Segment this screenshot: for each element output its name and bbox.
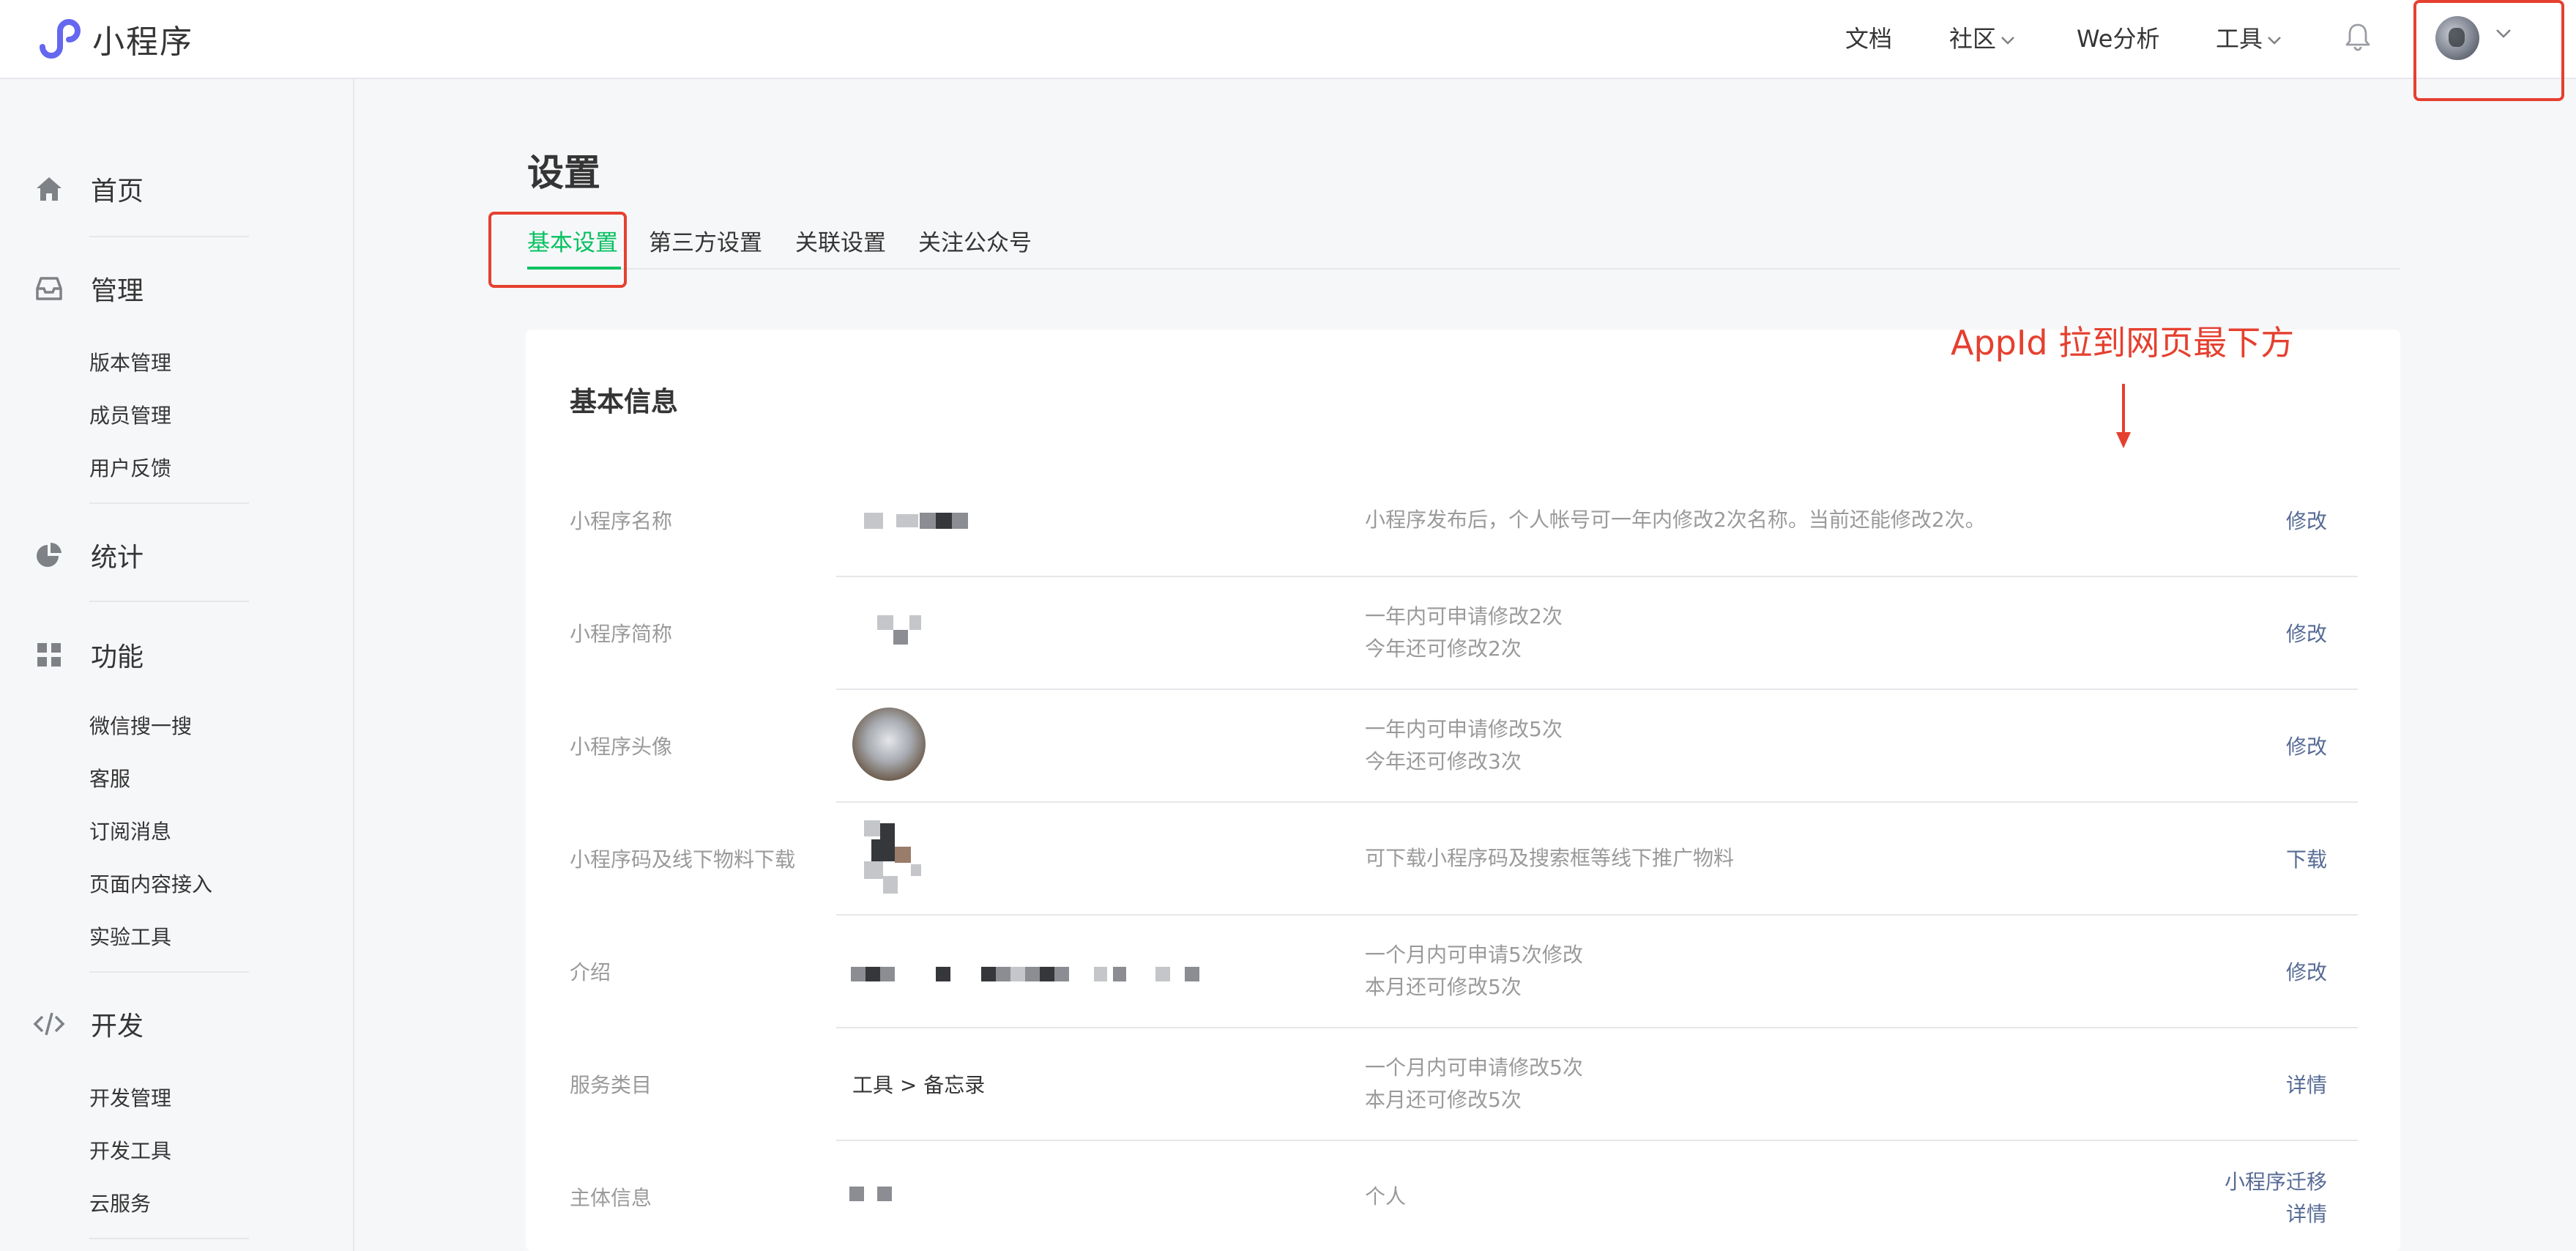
sidebar-item-dev[interactable]: 开发 (32, 1005, 144, 1043)
pie-chart-icon (32, 538, 66, 572)
sidebar-item-label: 管理 (91, 276, 144, 306)
tab-third-party-settings[interactable]: 第三方设置 (649, 224, 762, 257)
nav-community-label: 社区 (1949, 25, 1997, 53)
row-desc-intro: 一个月内可申请5次修改 本月还可修改5次 (1365, 939, 1583, 1003)
sidebar-item-label: 功能 (91, 642, 144, 672)
app-title: 小程序 (92, 23, 193, 61)
page-title: 设置 (527, 152, 600, 194)
edit-short-name-link[interactable]: 修改 (2286, 618, 2327, 647)
tab-linked-settings[interactable]: 关联设置 (795, 224, 886, 257)
divider (89, 601, 249, 602)
sidebar-item-dev-manage[interactable]: 开发管理 (89, 1083, 171, 1112)
row-desc-name: 小程序发布后，个人帐号可一年内修改2次名称。当前还能修改2次。 (1365, 504, 1986, 536)
sidebar-item-version[interactable]: 版本管理 (89, 347, 171, 376)
desc-line: 今年还可修改3次 (1365, 749, 1522, 773)
arrow-down-icon (2116, 384, 2131, 448)
annotation-text: AppId 拉到网页最下方 (1951, 323, 2295, 363)
mini-program-avatar (852, 708, 926, 781)
bell-icon[interactable] (2342, 21, 2374, 53)
nav-community[interactable]: 社区 (1949, 21, 2015, 54)
highlight-box-basic-tab (488, 212, 627, 288)
sidebar-item-page-content[interactable]: 页面内容接入 (89, 869, 212, 898)
edit-name-link[interactable]: 修改 (2286, 505, 2327, 535)
row-label-avatar: 小程序头像 (570, 735, 673, 759)
home-icon (32, 172, 66, 206)
sidebar-item-subscribe-messages[interactable]: 订阅消息 (89, 816, 171, 845)
desc-line: 一年内可申请修改5次 (1365, 717, 1563, 741)
sidebar-item-dev-tools[interactable]: 开发工具 (89, 1135, 171, 1165)
sidebar-item-cloud[interactable]: 云服务 (89, 1188, 151, 1217)
sidebar-item-experiment-tools[interactable]: 实验工具 (89, 921, 171, 951)
row-divider (836, 1140, 2358, 1141)
nav-tools-label: 工具 (2216, 25, 2263, 53)
sidebar-item-home[interactable]: 首页 (32, 170, 144, 208)
divider (89, 236, 249, 237)
sidebar-item-stats[interactable]: 统计 (32, 536, 144, 574)
nav-docs[interactable]: 文档 (1845, 21, 1892, 54)
row-divider (836, 1027, 2358, 1028)
row-desc-category: 一个月内可申请修改5次 本月还可修改5次 (1365, 1052, 1583, 1116)
divider (89, 502, 249, 504)
divider (89, 971, 249, 973)
sidebar-item-feedback[interactable]: 用户反馈 (89, 453, 171, 482)
download-qrcode-link[interactable]: 下载 (2286, 844, 2327, 873)
subject-details-link[interactable]: 详情 (2286, 1198, 2327, 1228)
migrate-mini-program-link[interactable]: 小程序迁移 (2225, 1166, 2327, 1195)
desc-line: 个人 (1365, 1184, 1407, 1209)
basic-info-title: 基本信息 (570, 386, 678, 417)
row-label-intro: 介绍 (570, 960, 611, 984)
row-divider (836, 688, 2358, 690)
code-icon (32, 1007, 66, 1041)
chevron-down-icon (2268, 37, 2281, 45)
row-label-name: 小程序名称 (570, 509, 673, 533)
desc-line: 可下载小程序码及搜索框等线下推广物料 (1365, 846, 1735, 870)
row-desc-avatar: 一年内可申请修改5次 今年还可修改3次 (1365, 713, 1563, 778)
desc-line: 一个月内可申请修改5次 (1365, 1055, 1583, 1080)
desc-line: 本月还可修改5次 (1365, 1088, 1522, 1112)
category-details-link[interactable]: 详情 (2286, 1069, 2327, 1099)
row-label-subject: 主体信息 (570, 1186, 652, 1210)
grid-icon (32, 638, 66, 672)
mini-program-logo-icon (40, 19, 81, 59)
edit-avatar-link[interactable]: 修改 (2286, 731, 2327, 760)
chevron-down-icon (2001, 37, 2014, 45)
inbox-icon (32, 272, 66, 305)
sidebar-item-label: 首页 (91, 177, 144, 207)
sidebar-item-label: 开发 (91, 1011, 144, 1042)
row-label-short-name: 小程序简称 (570, 622, 673, 646)
tabs-divider (527, 268, 2400, 270)
desc-line: 小程序发布后，个人帐号可一年内修改2次名称。当前还能修改2次。 (1365, 508, 1986, 532)
category-value: 工具 > 备忘录 (852, 1073, 986, 1097)
row-desc-subject: 个人 (1365, 1181, 1406, 1213)
sidebar-item-wechat-search[interactable]: 微信搜一搜 (89, 710, 192, 740)
top-bar: 小程序 文档 社区 We分析 工具 (0, 0, 2576, 79)
desc-line: 本月还可修改5次 (1365, 975, 1522, 999)
edit-intro-link[interactable]: 修改 (2286, 957, 2327, 986)
sidebar-item-label: 统计 (91, 543, 144, 573)
desc-line: 一个月内可申请5次修改 (1365, 943, 1583, 967)
highlight-box-user (2413, 0, 2564, 101)
nav-tools[interactable]: 工具 (2216, 21, 2282, 54)
row-label-qrcode: 小程序码及线下物料下载 (570, 847, 796, 872)
sidebar-item-features[interactable]: 功能 (32, 636, 144, 674)
sidebar-item-manage[interactable]: 管理 (32, 270, 144, 308)
sidebar-item-members[interactable]: 成员管理 (89, 400, 171, 429)
row-divider (836, 801, 2358, 803)
row-desc-short-name: 一年内可申请修改2次 今年还可修改2次 (1365, 601, 1563, 665)
desc-line: 今年还可修改2次 (1365, 636, 1522, 661)
row-divider (836, 576, 2358, 577)
desc-line: 一年内可申请修改2次 (1365, 604, 1563, 628)
divider (89, 1238, 249, 1239)
row-desc-qrcode: 可下载小程序码及搜索框等线下推广物料 (1365, 842, 1734, 875)
logo[interactable]: 小程序 (32, 13, 193, 64)
row-label-category: 服务类目 (570, 1073, 652, 1097)
row-divider (836, 914, 2358, 916)
tab-follow-official-account[interactable]: 关注公众号 (918, 224, 1032, 257)
nav-analytics[interactable]: We分析 (2077, 21, 2159, 54)
sidebar-item-customer-service[interactable]: 客服 (89, 763, 130, 792)
